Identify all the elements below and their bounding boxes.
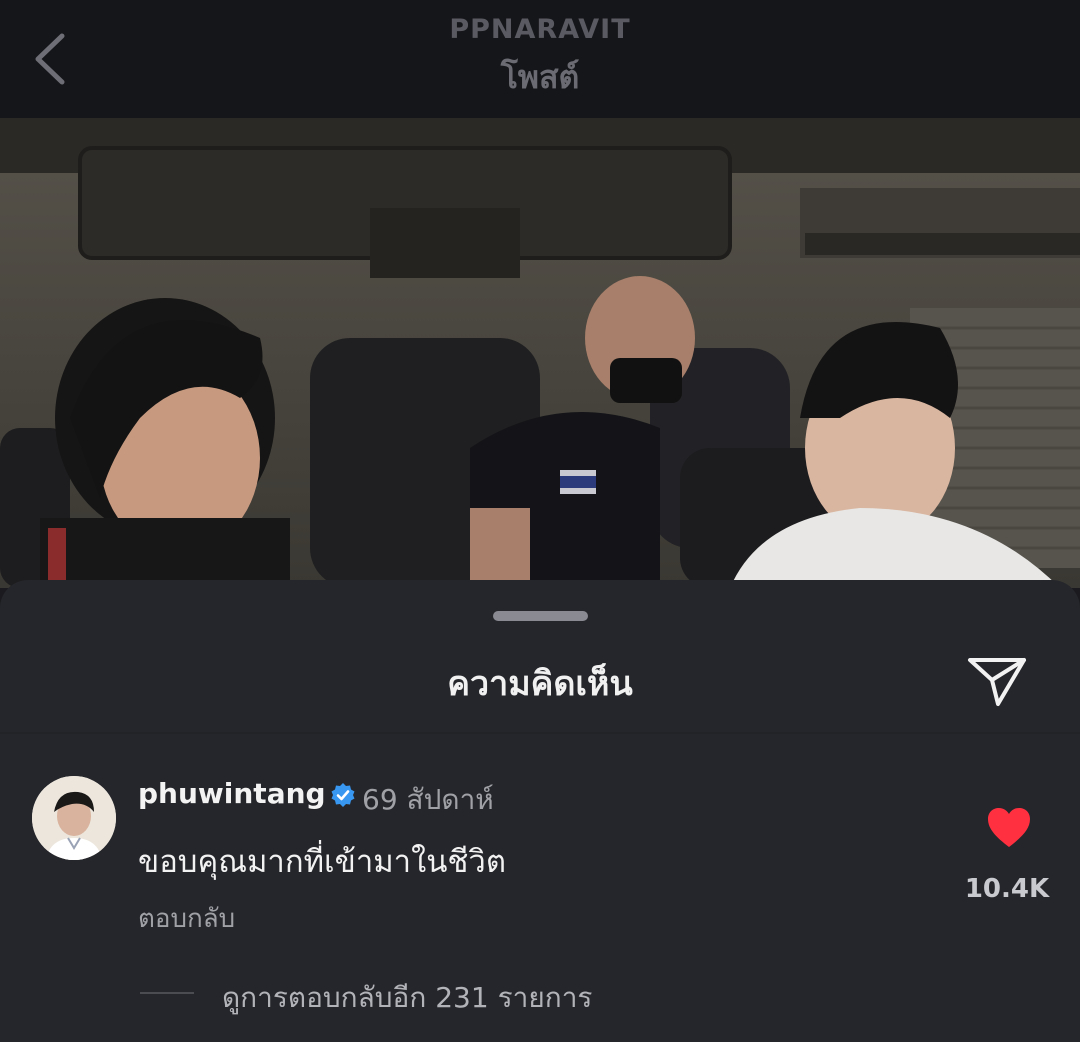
avatar-image xyxy=(32,776,116,860)
video-frame xyxy=(0,118,1080,588)
divider xyxy=(0,732,1080,734)
comment-username[interactable]: phuwintang xyxy=(138,777,326,810)
top-bar: PPNARAVIT โพสต์ xyxy=(0,0,1080,118)
comments-sheet: ความคิดเห็น phuwintang 69 สัปดาห์ ขอบคุณ… xyxy=(0,580,1080,1042)
avatar[interactable] xyxy=(32,776,116,860)
comment-text: ขอบคุณมากที่เข้ามาในชีวิต xyxy=(138,844,506,880)
replies-divider-line xyxy=(140,992,194,994)
heart-icon xyxy=(988,808,1030,847)
reply-button[interactable]: ตอบกลับ xyxy=(138,898,235,939)
view-replies-link[interactable]: ดูการตอบกลับอีก 231 รายการ xyxy=(222,976,592,1020)
verified-badge-icon xyxy=(331,783,355,807)
header-username: PPNARAVIT xyxy=(449,14,631,45)
video-player[interactable] xyxy=(0,118,1080,588)
comment-timestamp: 69 สัปดาห์ xyxy=(362,783,494,816)
post-comments-screen: PPNARAVIT โพสต์ ความคิดเห็น phuwintang 6… xyxy=(0,0,1080,1042)
like-count: 10.4K xyxy=(964,874,1050,904)
send-icon xyxy=(968,658,1026,706)
like-button[interactable] xyxy=(986,806,1032,850)
comments-title: ความคิดเห็น xyxy=(447,664,633,704)
page-title: โพสต์ xyxy=(500,58,580,96)
share-button[interactable] xyxy=(964,650,1030,710)
sheet-drag-handle[interactable] xyxy=(493,611,588,621)
